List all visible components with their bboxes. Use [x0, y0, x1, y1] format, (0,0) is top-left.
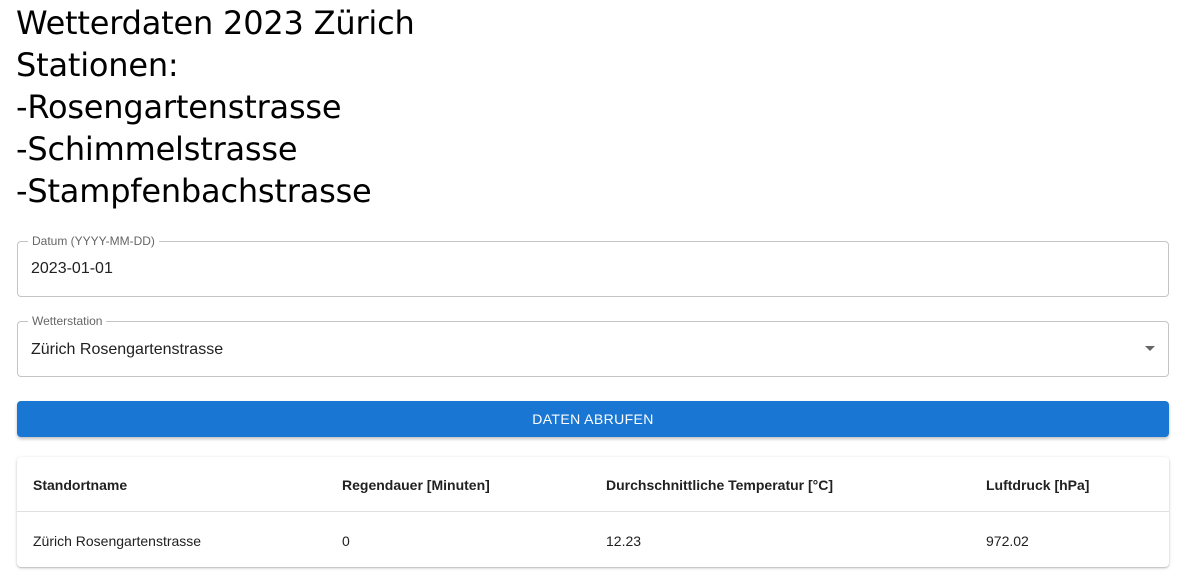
- cell-regendauer: 0: [342, 532, 350, 549]
- heading-station-stampfenbachstrasse: -Stampfenbachstrasse: [16, 172, 372, 210]
- station-select-label: Wetterstation: [28, 314, 107, 328]
- fetch-data-button[interactable]: DATEN ABRUFEN: [17, 401, 1169, 437]
- column-header-regendauer: Regendauer [Minuten]: [342, 476, 490, 493]
- heading-title: Wetterdaten 2023 Zürich: [16, 4, 415, 42]
- date-field[interactable]: Datum (YYYY-MM-DD): [17, 234, 1169, 297]
- column-header-temperatur: Durchschnittliche Temperatur [°C]: [606, 476, 834, 493]
- column-header-standortname: Standortname: [33, 476, 128, 493]
- cell-temperatur: 12.23: [606, 532, 642, 549]
- heading-station-schimmelstrasse: -Schimmelstrasse: [16, 130, 298, 168]
- station-select[interactable]: Wetterstation Zürich Rosengartenstrasse: [17, 314, 1169, 377]
- page: Wetterdaten 2023 Zürich Stationen: -Rose…: [0, 0, 1184, 578]
- column-header-luftdruck: Luftdruck [hPa]: [986, 476, 1090, 493]
- cell-luftdruck: 972.02: [986, 532, 1029, 549]
- heading-stations-label: Stationen:: [16, 46, 179, 84]
- caret-down-icon[interactable]: [1145, 346, 1155, 351]
- heading-station-rosengartenstrasse: -Rosengartenstrasse: [16, 88, 342, 126]
- weather-data-table: Standortname Regendauer [Minuten] Durchs…: [17, 457, 1169, 567]
- station-select-value[interactable]: Zürich Rosengartenstrasse: [31, 340, 1131, 360]
- page-heading: Wetterdaten 2023 Zürich Stationen: -Rose…: [16, 2, 415, 212]
- cell-standortname: Zürich Rosengartenstrasse: [33, 532, 202, 549]
- date-input[interactable]: [31, 259, 1131, 279]
- date-field-label: Datum (YYYY-MM-DD): [28, 234, 159, 248]
- table-row: Zürich Rosengartenstrasse 0 12.23 972.02: [17, 513, 1169, 567]
- table-header-row: Standortname Regendauer [Minuten] Durchs…: [17, 457, 1169, 512]
